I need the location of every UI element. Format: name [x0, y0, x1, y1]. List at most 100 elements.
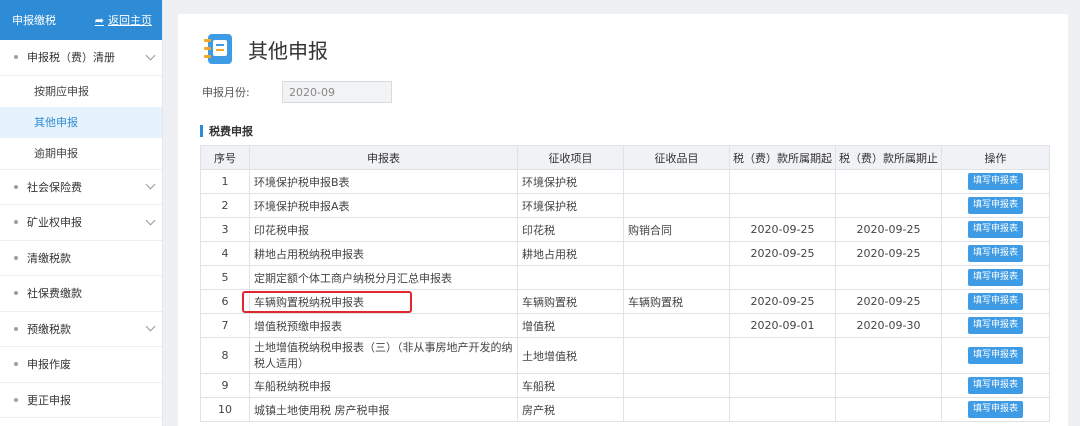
collection-project: 土地增值税	[517, 337, 624, 374]
period-start	[729, 193, 836, 218]
collection-project: 环境保护税	[517, 169, 624, 194]
fill-form-button[interactable]: 填写申报表	[967, 293, 1023, 310]
section-marker	[200, 125, 203, 137]
collection-project: 房产税	[517, 397, 624, 422]
page-header: 其他申报	[202, 32, 328, 66]
declaration-month-field[interactable]: 2020-09	[282, 81, 392, 103]
sidebar-item-label: 清缴税款	[27, 251, 71, 265]
sidebar-item-label: 社会保险费	[27, 180, 82, 194]
chevron-down-icon	[145, 321, 156, 332]
collection-project: 增值税	[517, 313, 624, 338]
period-start	[729, 337, 836, 374]
action-cell: 填写申报表	[941, 265, 1050, 290]
collection-project: 耕地占用税	[517, 241, 624, 266]
bullet-icon	[14, 397, 18, 402]
sidebar-subitem-scheduled[interactable]: 按期应申报	[0, 76, 162, 107]
declaration-month-label: 申报月份:	[202, 86, 250, 99]
row-number: 4	[200, 241, 250, 266]
fill-form-button[interactable]: 填写申报表	[967, 377, 1023, 394]
action-cell: 填写申报表	[941, 313, 1050, 338]
fill-form-button[interactable]: 填写申报表	[967, 173, 1023, 190]
period-end: 2020-09-25	[835, 289, 942, 314]
row-number: 5	[200, 265, 250, 290]
section-title: 税费申报	[200, 123, 253, 139]
table-header-row: 序号 申报表 征收项目 征收品目 税（费）款所属期起 税（费）款所属期止 操作	[200, 145, 1050, 170]
sidebar-item-correct-declaration[interactable]: 更正申报	[0, 383, 162, 418]
action-cell: 填写申报表	[941, 193, 1050, 218]
fill-form-button[interactable]: 填写申报表	[967, 269, 1023, 286]
form-name: 增值税预缴申报表	[249, 313, 518, 338]
sidebar-item-social-payment[interactable]: 社保费缴款	[0, 276, 162, 312]
period-start	[729, 397, 836, 422]
fill-form-button[interactable]: 填写申报表	[967, 221, 1023, 238]
sidebar-header: 申报缴税 ➦ 返回主页	[0, 0, 162, 40]
fill-form-button[interactable]: 填写申报表	[967, 317, 1023, 334]
fill-form-button[interactable]: 填写申报表	[967, 197, 1023, 214]
chevron-down-icon	[145, 50, 156, 61]
action-cell: 填写申报表	[941, 373, 1050, 398]
sidebar-item-label: 申报税（费）清册	[27, 51, 115, 65]
main-panel: 其他申报 申报月份: 2020-09 税费申报 序号 申报表 征收项目 征收品目…	[178, 14, 1068, 426]
fill-form-button[interactable]: 填写申报表	[967, 347, 1023, 364]
row-number: 8	[200, 337, 250, 374]
sidebar-item-tax-settlement[interactable]: 清缴税款	[0, 241, 162, 276]
section-title-text: 税费申报	[209, 125, 253, 138]
sidebar-subitem-label: 按期应申报	[34, 85, 89, 98]
period-end	[835, 373, 942, 398]
table-row: 1 环境保护税申报B表 环境保护税 填写申报表	[200, 169, 1050, 194]
table-row: 3 印花税申报 印花税 购销合同 2020-09-25 2020-09-25 填…	[200, 217, 1050, 242]
row-number: 9	[200, 373, 250, 398]
column-header: 申报表	[249, 145, 518, 170]
collection-item	[623, 169, 730, 194]
bullet-icon	[14, 326, 18, 331]
sidebar-item-mining-rights[interactable]: 矿业权申报	[0, 205, 162, 241]
table-row: 6 车辆购置税纳税申报表 车辆购置税 车辆购置税 2020-09-25 2020…	[200, 289, 1050, 314]
table-row: 9 车船税纳税申报 车船税 填写申报表	[200, 373, 1050, 398]
form-name: 城镇土地使用税 房产税申报	[249, 397, 518, 422]
bullet-icon	[14, 255, 18, 260]
collection-item	[623, 193, 730, 218]
action-cell: 填写申报表	[941, 289, 1050, 314]
bullet-icon	[14, 220, 18, 225]
period-start: 2020-09-01	[729, 313, 836, 338]
row-number: 3	[200, 217, 250, 242]
form-name: 定期定额个体工商户纳税分月汇总申报表	[249, 265, 518, 290]
row-number: 1	[200, 169, 250, 194]
bullet-icon	[14, 291, 18, 296]
collection-project: 环境保护税	[517, 193, 624, 218]
period-start: 2020-09-25	[729, 217, 836, 242]
fill-form-button[interactable]: 填写申报表	[967, 245, 1023, 262]
sidebar-subitem-overdue[interactable]: 逾期申报	[0, 138, 162, 169]
sidebar: 申报缴税 ➦ 返回主页 申报税（费）清册 按期应申报 其他申报 逾期申报 社会保…	[0, 0, 163, 426]
collection-project: 车辆购置税	[517, 289, 624, 314]
action-cell: 填写申报表	[941, 217, 1050, 242]
table-row: 7 增值税预缴申报表 增值税 2020-09-01 2020-09-30 填写申…	[200, 313, 1050, 338]
action-cell: 填写申报表	[941, 337, 1050, 374]
sidebar-item-void-declaration[interactable]: 申报作废	[0, 347, 162, 383]
period-end	[835, 397, 942, 422]
sidebar-item-declaration-list[interactable]: 申报税（费）清册	[0, 40, 162, 76]
back-arrow-icon: ➦	[94, 13, 104, 27]
row-number: 2	[200, 193, 250, 218]
collection-item	[623, 397, 730, 422]
collection-project: 车船税	[517, 373, 624, 398]
sidebar-item-label: 申报作废	[27, 358, 71, 372]
sidebar-item-social-insurance[interactable]: 社会保险费	[0, 170, 162, 205]
sidebar-item-prepaid-tax[interactable]: 预缴税款	[0, 312, 162, 347]
bullet-icon	[14, 362, 18, 367]
period-start	[729, 373, 836, 398]
notebook-icon	[202, 32, 236, 66]
column-header: 序号	[200, 145, 250, 170]
form-name: 环境保护税申报B表	[249, 169, 518, 194]
sidebar-subitem-other[interactable]: 其他申报	[0, 106, 162, 138]
period-start	[729, 169, 836, 194]
page-title: 其他申报	[248, 38, 328, 63]
period-end	[835, 265, 942, 290]
sidebar-item-label: 社保费缴款	[27, 287, 82, 301]
fill-form-button[interactable]: 填写申报表	[967, 401, 1023, 418]
row-number: 10	[200, 397, 250, 422]
period-start	[729, 265, 836, 290]
chevron-down-icon	[145, 179, 156, 190]
action-cell: 填写申报表	[941, 241, 1050, 266]
back-home-link[interactable]: ➦ 返回主页	[95, 12, 152, 28]
